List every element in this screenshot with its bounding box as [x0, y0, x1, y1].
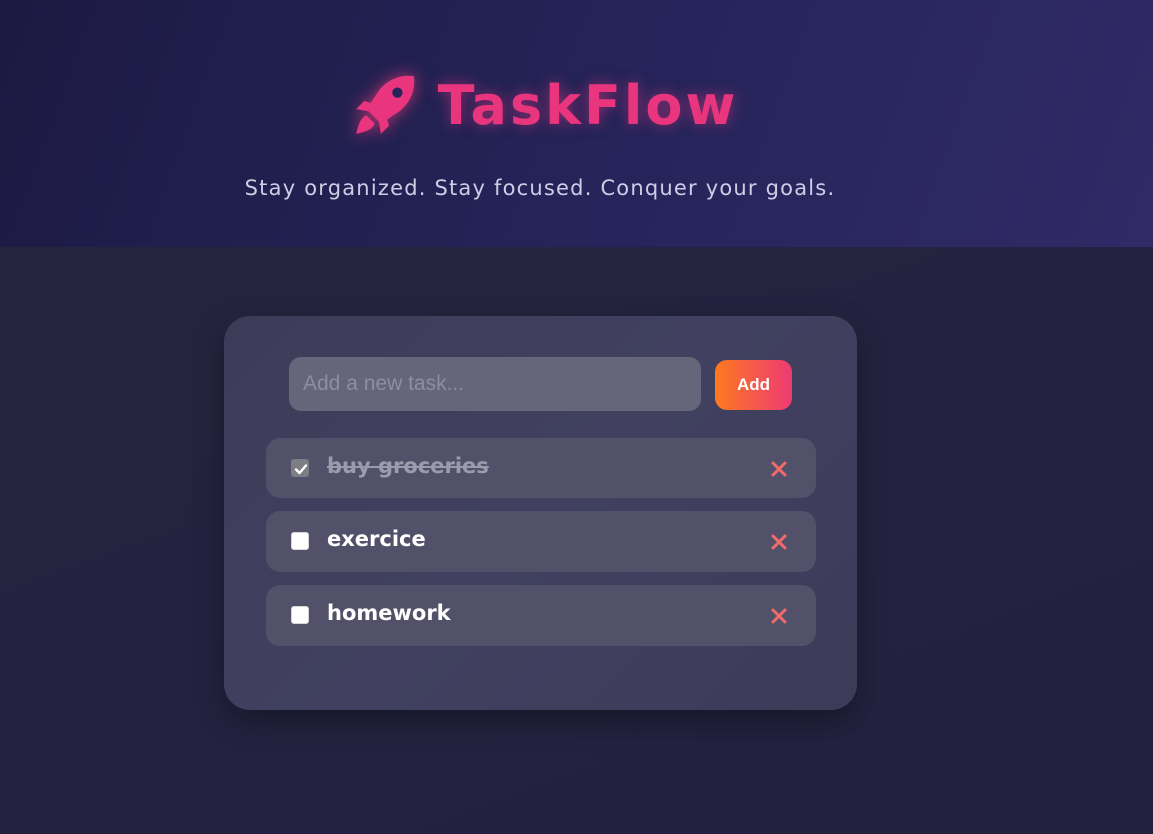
task-item: homework [266, 585, 816, 646]
close-icon [771, 534, 787, 550]
brand-title: TaskFlow [437, 73, 739, 137]
close-icon [771, 608, 787, 624]
task-checkbox[interactable] [291, 459, 309, 477]
delete-task-button[interactable] [770, 533, 788, 551]
delete-task-button[interactable] [770, 460, 788, 478]
task-label: exercice [327, 527, 426, 551]
tagline: Stay organized. Stay focused. Conquer yo… [244, 176, 836, 200]
task-list: buy groceries exercice homework [266, 438, 816, 659]
close-icon [771, 461, 787, 477]
task-label: buy groceries [327, 454, 489, 478]
todo-card: Add buy groceries exercice [224, 316, 857, 710]
brand: TaskFlow [0, 72, 1090, 138]
rocket-icon [355, 75, 414, 134]
task-item: exercice [266, 511, 816, 572]
new-task-input[interactable] [289, 357, 701, 411]
add-task-button[interactable]: Add [715, 360, 792, 410]
task-label: homework [327, 601, 451, 625]
header: TaskFlow Stay organized. Stay focused. C… [0, 0, 1153, 247]
delete-task-button[interactable] [770, 607, 788, 625]
task-checkbox[interactable] [291, 606, 309, 624]
checkmark-icon [294, 464, 308, 475]
task-item: buy groceries [266, 438, 816, 498]
task-checkbox[interactable] [291, 532, 309, 550]
